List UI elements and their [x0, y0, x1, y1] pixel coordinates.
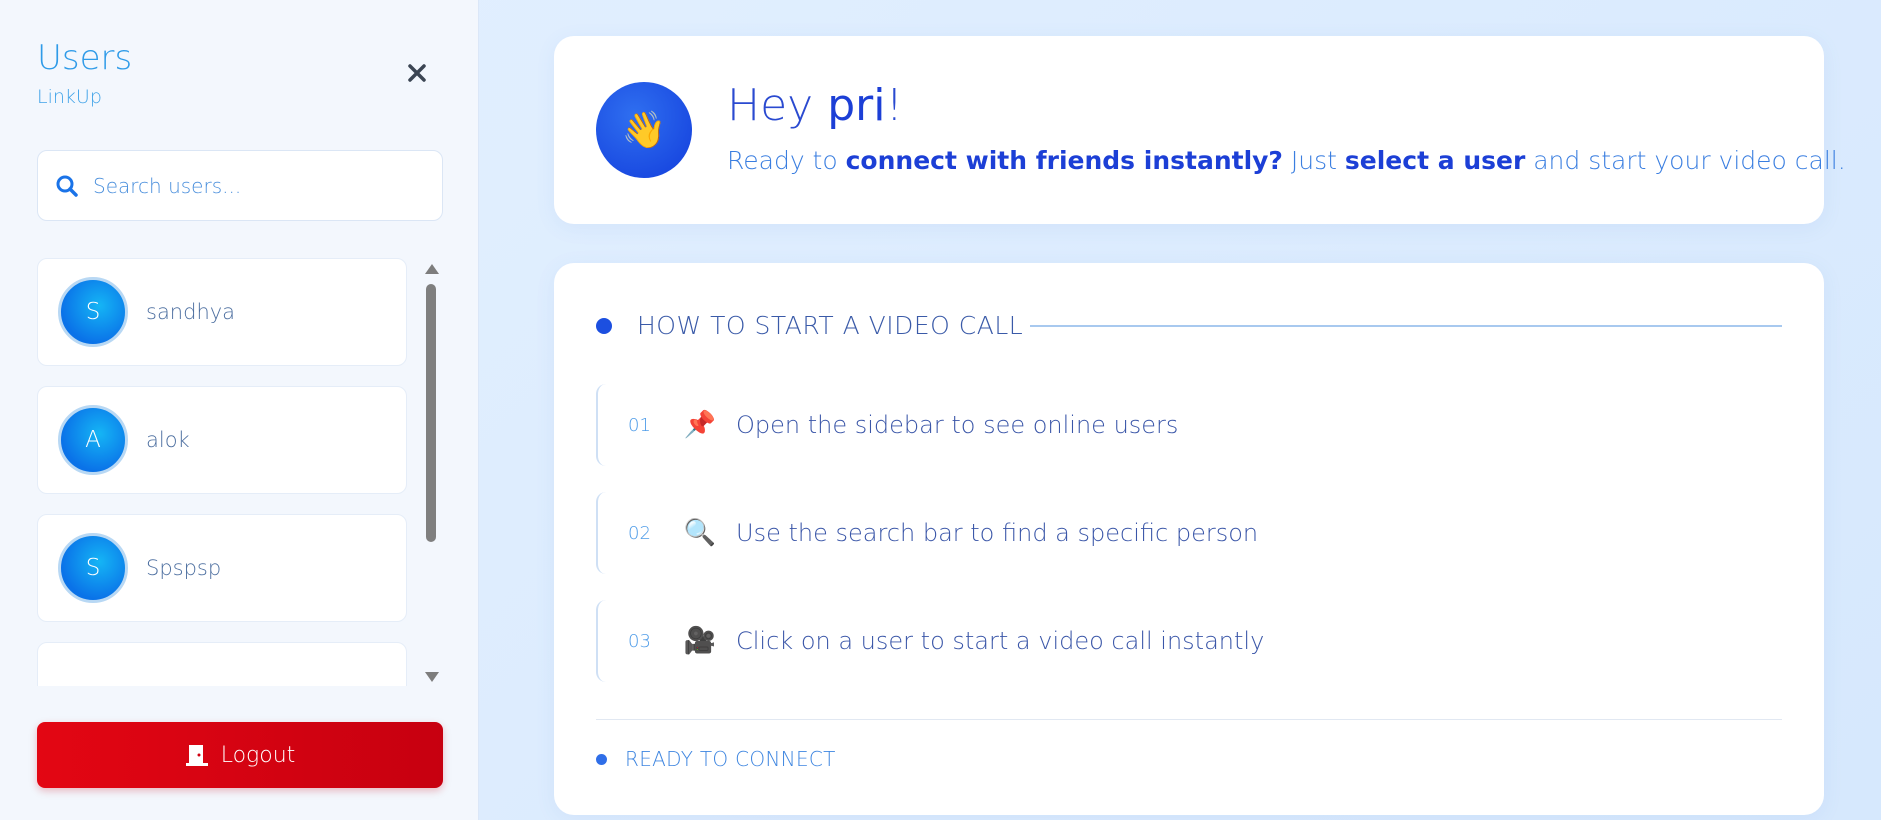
msg-part: and start your video call. [1525, 146, 1846, 175]
scroll-down-arrow-icon[interactable] [425, 672, 439, 682]
pushpin-icon: 📌 [683, 410, 717, 440]
user-list: S sandhya A alok S Spspsp [37, 258, 409, 686]
magnifier-icon: 🔍 [683, 518, 717, 548]
step-number: 03 [628, 630, 651, 652]
greeting-card: 👋 Hey pri! Ready to connect with friends… [554, 36, 1846, 224]
user-name: Spspsp [146, 556, 222, 580]
status-text: READY TO CONNECT [625, 747, 836, 771]
close-sidebar-button[interactable] [402, 58, 432, 88]
footer-divider [596, 719, 1782, 720]
step-text: Use the search bar to find a specific pe… [736, 519, 1259, 547]
step-text: Open the sidebar to see online users [736, 411, 1179, 439]
user-name: alok [146, 428, 190, 452]
door-icon [185, 745, 208, 766]
wave-hand-icon: 👋 [596, 82, 692, 178]
avatar: S [58, 533, 128, 603]
user-item-sandhya[interactable]: S sandhya [37, 258, 407, 366]
section-dot [596, 318, 612, 334]
status-dot [596, 754, 607, 765]
logout-label: Logout [220, 742, 296, 768]
step-number: 02 [628, 522, 651, 544]
scroll-thumb[interactable] [426, 284, 436, 542]
msg-bold: connect with friends instantly? [845, 146, 1283, 175]
logout-button[interactable]: Logout [37, 722, 443, 788]
msg-bold: select a user [1344, 146, 1526, 175]
user-item-alok[interactable]: A alok [37, 386, 407, 494]
step-text: Click on a user to start a video call in… [736, 627, 1265, 655]
step-item: 02 🔍 Use the search bar to find a specif… [596, 492, 1782, 574]
section-title: HOW TO START A VIDEO CALL [637, 311, 1024, 340]
instructions-card: HOW TO START A VIDEO CALL 01 📌 Open the … [554, 263, 1824, 815]
section-divider [1030, 325, 1782, 327]
search-icon [56, 175, 78, 197]
close-icon [408, 64, 426, 82]
sidebar: Users LinkUp S sandhya A alok S Spspsp [0, 0, 479, 820]
msg-part: Ready to [727, 146, 846, 175]
msg-part: Just [1282, 146, 1345, 175]
step-item: 03 🎥 Click on a user to start a video ca… [596, 600, 1782, 682]
user-list-scrollbar[interactable] [423, 260, 439, 686]
user-item-partial[interactable] [37, 642, 407, 686]
greeting-message: Ready to connect with friends instantly?… [727, 146, 1846, 175]
greeting-exclaim: ! [885, 80, 904, 131]
sidebar-title: Users [37, 38, 133, 78]
greeting-username: pri [827, 80, 886, 131]
greeting-hey: Hey [727, 80, 828, 131]
user-name: sandhya [146, 300, 236, 324]
step-number: 01 [628, 414, 651, 436]
user-item-spspsp[interactable]: S Spspsp [37, 514, 407, 622]
search-input[interactable] [93, 173, 413, 198]
greeting-title: Hey pri! [727, 80, 903, 131]
avatar: S [58, 277, 128, 347]
scroll-up-arrow-icon[interactable] [425, 264, 439, 274]
search-box [37, 150, 443, 221]
video-camera-icon: 🎥 [683, 626, 717, 656]
sidebar-subtitle: LinkUp [37, 86, 102, 108]
step-item: 01 📌 Open the sidebar to see online user… [596, 384, 1782, 466]
avatar: A [58, 405, 128, 475]
